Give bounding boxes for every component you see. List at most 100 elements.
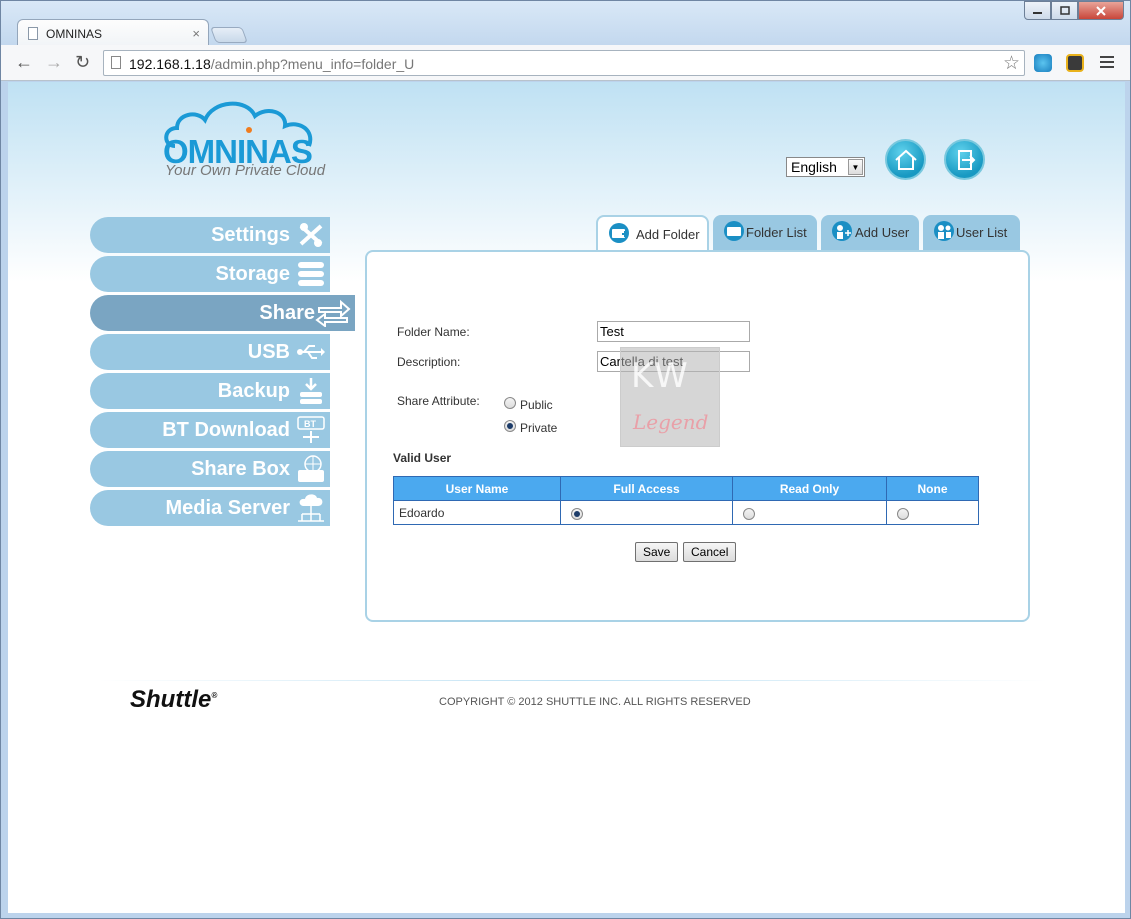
- cancel-button[interactable]: Cancel: [683, 542, 737, 562]
- private-radio[interactable]: [504, 420, 516, 432]
- browser-tab[interactable]: OMNINAS ×: [17, 19, 209, 46]
- shuttle-logo: Shuttle®: [130, 686, 218, 713]
- tab-label: Add User: [855, 225, 910, 240]
- home-button[interactable]: [885, 139, 926, 180]
- url-text: 192.168.1.18/admin.php?menu_info=folder_…: [129, 56, 415, 72]
- user-list-icon: [934, 221, 954, 241]
- read-only-radio[interactable]: [743, 508, 755, 520]
- sidebar-item-label: Media Server: [165, 497, 290, 519]
- logout-button[interactable]: [944, 139, 985, 180]
- full-access-cell: [560, 500, 733, 525]
- dropdown-arrow-icon: ▼: [848, 159, 863, 175]
- footer-divider: [98, 680, 1048, 681]
- sidebar-item-label: Share Box: [191, 458, 290, 480]
- extension-icon[interactable]: [1066, 54, 1084, 72]
- watermark-subtext: Legend: [633, 410, 709, 434]
- page-icon: [111, 56, 121, 69]
- copyright-text: COPYRIGHT © 2012 SHUTTLE INC. ALL RIGHTS…: [439, 696, 751, 708]
- brand-tagline: Your Own Private Cloud: [165, 162, 326, 179]
- sidebar-item-share[interactable]: Share: [90, 295, 355, 331]
- valid-user-title: Valid User: [393, 451, 452, 465]
- add-folder-panel: Folder Name: Test Description: Cartella …: [365, 250, 1030, 622]
- address-bar[interactable]: 192.168.1.18/admin.php?menu_info=folder_…: [103, 50, 1025, 76]
- save-button[interactable]: Save: [635, 542, 679, 562]
- tab-user-list[interactable]: User List: [923, 215, 1020, 252]
- tab-add-folder[interactable]: Add Folder: [596, 215, 709, 253]
- sidebar-item-storage[interactable]: Storage: [90, 256, 330, 292]
- add-folder-icon: [609, 223, 629, 243]
- public-radio[interactable]: [504, 397, 516, 409]
- back-button[interactable]: ←: [15, 52, 33, 72]
- language-value: English: [791, 159, 837, 175]
- minimize-button[interactable]: [1024, 1, 1051, 20]
- tab-title: OMNINAS: [46, 27, 103, 41]
- share-attribute-label: Share Attribute:: [397, 394, 480, 408]
- sidebar-item-label: Settings: [211, 224, 290, 246]
- table-header-row: User Name Full Access Read Only None: [393, 476, 979, 501]
- tools-icon: [299, 223, 323, 247]
- logout-icon: [957, 149, 975, 170]
- watermark-logo: KW Legend: [620, 347, 720, 447]
- private-radio-label: Private: [520, 421, 558, 435]
- window-controls: [1024, 1, 1124, 20]
- sidebar-item-backup[interactable]: Backup: [90, 373, 330, 409]
- sidebar-item-media-server[interactable]: Media Server: [90, 490, 330, 526]
- share-arrows-icon: [315, 299, 351, 327]
- add-user-icon: [832, 221, 852, 241]
- backup-icon: [300, 378, 322, 404]
- close-window-button[interactable]: [1078, 1, 1124, 20]
- bt-download-icon: BT: [297, 416, 325, 443]
- tab-add-user[interactable]: Add User: [821, 215, 919, 252]
- sidebar-item-bt-download[interactable]: BT Download BT: [90, 412, 330, 448]
- minimize-icon: [1032, 11, 1042, 14]
- sidebar-item-label: BT Download: [162, 419, 290, 441]
- sidebar-item-usb[interactable]: USB: [90, 334, 330, 370]
- browser-toolbar: ← → ↻ 192.168.1.18/admin.php?menu_info=f…: [1, 45, 1130, 81]
- none-cell: [886, 500, 979, 525]
- tab-close-icon[interactable]: ×: [192, 26, 200, 41]
- maximize-button[interactable]: [1051, 1, 1078, 20]
- user-name-cell: Edoardo: [393, 500, 561, 525]
- table-row: Edoardo: [393, 500, 979, 525]
- tab-folder-list[interactable]: Folder List: [713, 215, 817, 252]
- column-header-user-name: User Name: [393, 476, 561, 501]
- column-header-none: None: [886, 476, 979, 501]
- page-content: OMNINAS Your Own Private Cloud English ▼…: [8, 82, 1125, 913]
- media-server-icon: [298, 494, 324, 522]
- storage-icon: [298, 262, 324, 286]
- column-header-full-access: Full Access: [560, 476, 733, 501]
- bookmark-star-icon[interactable]: ☆: [1003, 52, 1020, 75]
- sidebar-item-settings[interactable]: Settings: [90, 217, 330, 253]
- share-box-icon: [298, 455, 324, 482]
- valid-user-table: User Name Full Access Read Only None Edo…: [393, 476, 979, 525]
- read-only-cell: [732, 500, 887, 525]
- full-access-radio[interactable]: [571, 508, 583, 520]
- folder-name-input[interactable]: Test: [597, 321, 750, 342]
- description-label: Description:: [397, 355, 461, 369]
- none-radio[interactable]: [897, 508, 909, 520]
- maximize-icon: [1059, 6, 1070, 15]
- tab-label: Folder List: [746, 225, 807, 240]
- browser-menu-button[interactable]: [1100, 56, 1114, 71]
- title-bar: OMNINAS ×: [1, 1, 1130, 46]
- sidebar-item-label: Share: [259, 302, 315, 324]
- watermark-text: KW: [631, 356, 690, 396]
- skype-extension-icon[interactable]: [1034, 54, 1052, 72]
- new-tab-button[interactable]: [210, 27, 248, 43]
- folder-list-icon: [724, 221, 744, 241]
- usb-icon: [297, 345, 325, 359]
- sidebar-item-label: Storage: [215, 263, 290, 285]
- page-favicon-icon: [28, 27, 38, 40]
- browser-window: OMNINAS × ← → ↻ 192.168.1.18/admin.php?m…: [0, 0, 1131, 919]
- tab-label: User List: [956, 225, 1008, 240]
- folder-name-label: Folder Name:: [397, 325, 470, 339]
- tab-label: Add Folder: [636, 227, 700, 242]
- column-header-read-only: Read Only: [732, 476, 887, 501]
- svg-text:BT: BT: [304, 419, 316, 429]
- sidebar-item-label: Backup: [217, 380, 290, 402]
- public-radio-label: Public: [520, 398, 553, 412]
- forward-button[interactable]: →: [45, 52, 63, 72]
- sidebar-item-share-box[interactable]: Share Box: [90, 451, 330, 487]
- language-select[interactable]: English ▼: [786, 157, 865, 177]
- reload-button[interactable]: ↻: [75, 52, 90, 72]
